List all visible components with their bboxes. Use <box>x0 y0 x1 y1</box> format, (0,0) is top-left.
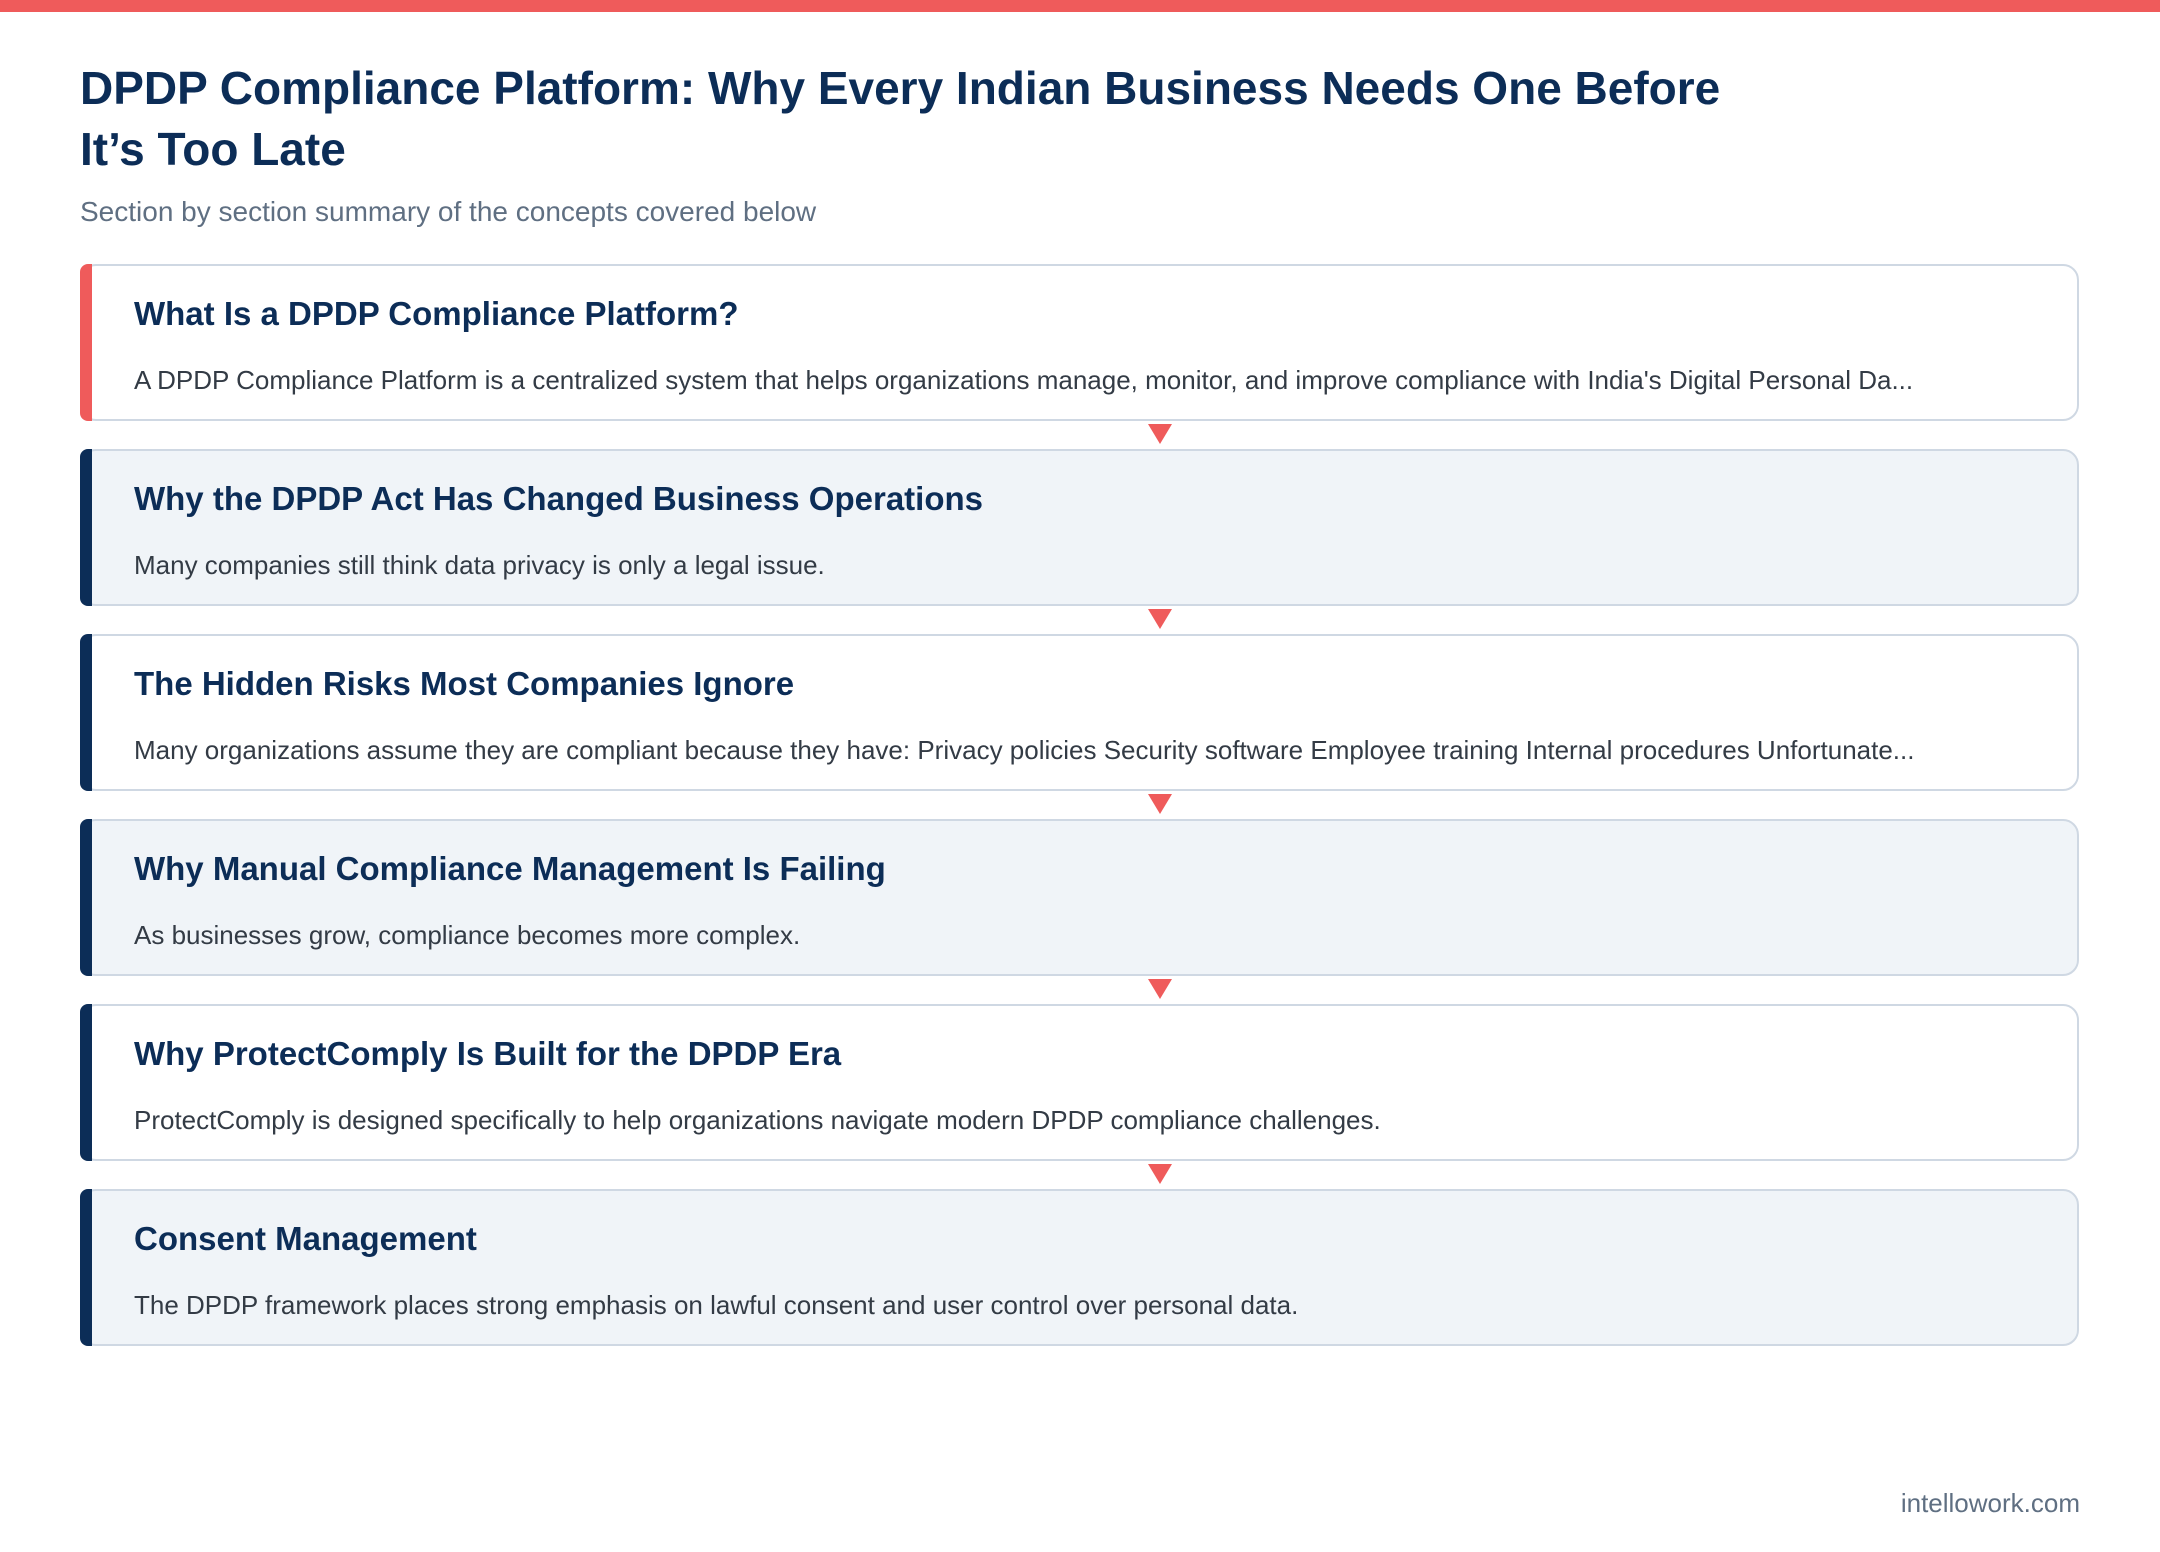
section-card: Consent Management The DPDP framework pl… <box>80 1189 2079 1346</box>
section-accent-bar <box>80 1004 92 1161</box>
page-subtitle: Section by section summary of the concep… <box>80 196 817 227</box>
section-card: The Hidden Risks Most Companies Ignore M… <box>80 634 2079 791</box>
top-accent-bar <box>0 0 2160 12</box>
section-connector <box>80 976 2079 1004</box>
section-summary: The DPDP framework places strong emphasi… <box>134 1290 1299 1320</box>
section-title: Why Manual Compliance Management Is Fail… <box>134 850 886 887</box>
section-card: Why ProtectComply Is Built for the DPDP … <box>80 1004 2079 1161</box>
section-accent-bar <box>80 449 92 606</box>
section-connector <box>80 1161 2079 1189</box>
page-header: DPDP Compliance Platform: Why Every Indi… <box>80 58 1760 230</box>
arrow-down-icon <box>1148 1164 1172 1184</box>
section-summary: ProtectComply is designed specifically t… <box>134 1105 1381 1135</box>
section-accent-bar <box>80 264 92 421</box>
section-summary: A DPDP Compliance Platform is a centrali… <box>134 365 1914 395</box>
section-title: Why the DPDP Act Has Changed Business Op… <box>134 480 984 517</box>
arrow-down-icon <box>1148 979 1172 999</box>
section-summary: As businesses grow, compliance becomes m… <box>134 920 801 950</box>
section-accent-bar <box>80 1189 92 1346</box>
section-card: Why Manual Compliance Management Is Fail… <box>80 819 2079 976</box>
source-credit: intellowork.com <box>1900 1488 2080 1518</box>
section-title: Consent Management <box>134 1220 477 1257</box>
section-connector <box>80 421 2079 449</box>
arrow-down-icon <box>1148 424 1172 444</box>
section-title: What Is a DPDP Compliance Platform? <box>134 295 739 332</box>
section-connector <box>80 791 2079 819</box>
page-title: DPDP Compliance Platform: Why Every Indi… <box>80 62 1721 175</box>
section-accent-bar <box>80 819 92 976</box>
section-list: What Is a DPDP Compliance Platform? A DP… <box>80 264 2079 1346</box>
section-accent-bar <box>80 634 92 791</box>
section-title: Why ProtectComply Is Built for the DPDP … <box>134 1035 842 1072</box>
section-connector <box>80 606 2079 634</box>
section-title: The Hidden Risks Most Companies Ignore <box>134 665 795 702</box>
section-summary: Many companies still think data privacy … <box>134 550 825 580</box>
section-card: Why the DPDP Act Has Changed Business Op… <box>80 449 2079 606</box>
section-card: What Is a DPDP Compliance Platform? A DP… <box>80 264 2079 421</box>
arrow-down-icon <box>1148 794 1172 814</box>
arrow-down-icon <box>1148 609 1172 629</box>
section-summary: Many organizations assume they are compl… <box>134 735 1915 765</box>
